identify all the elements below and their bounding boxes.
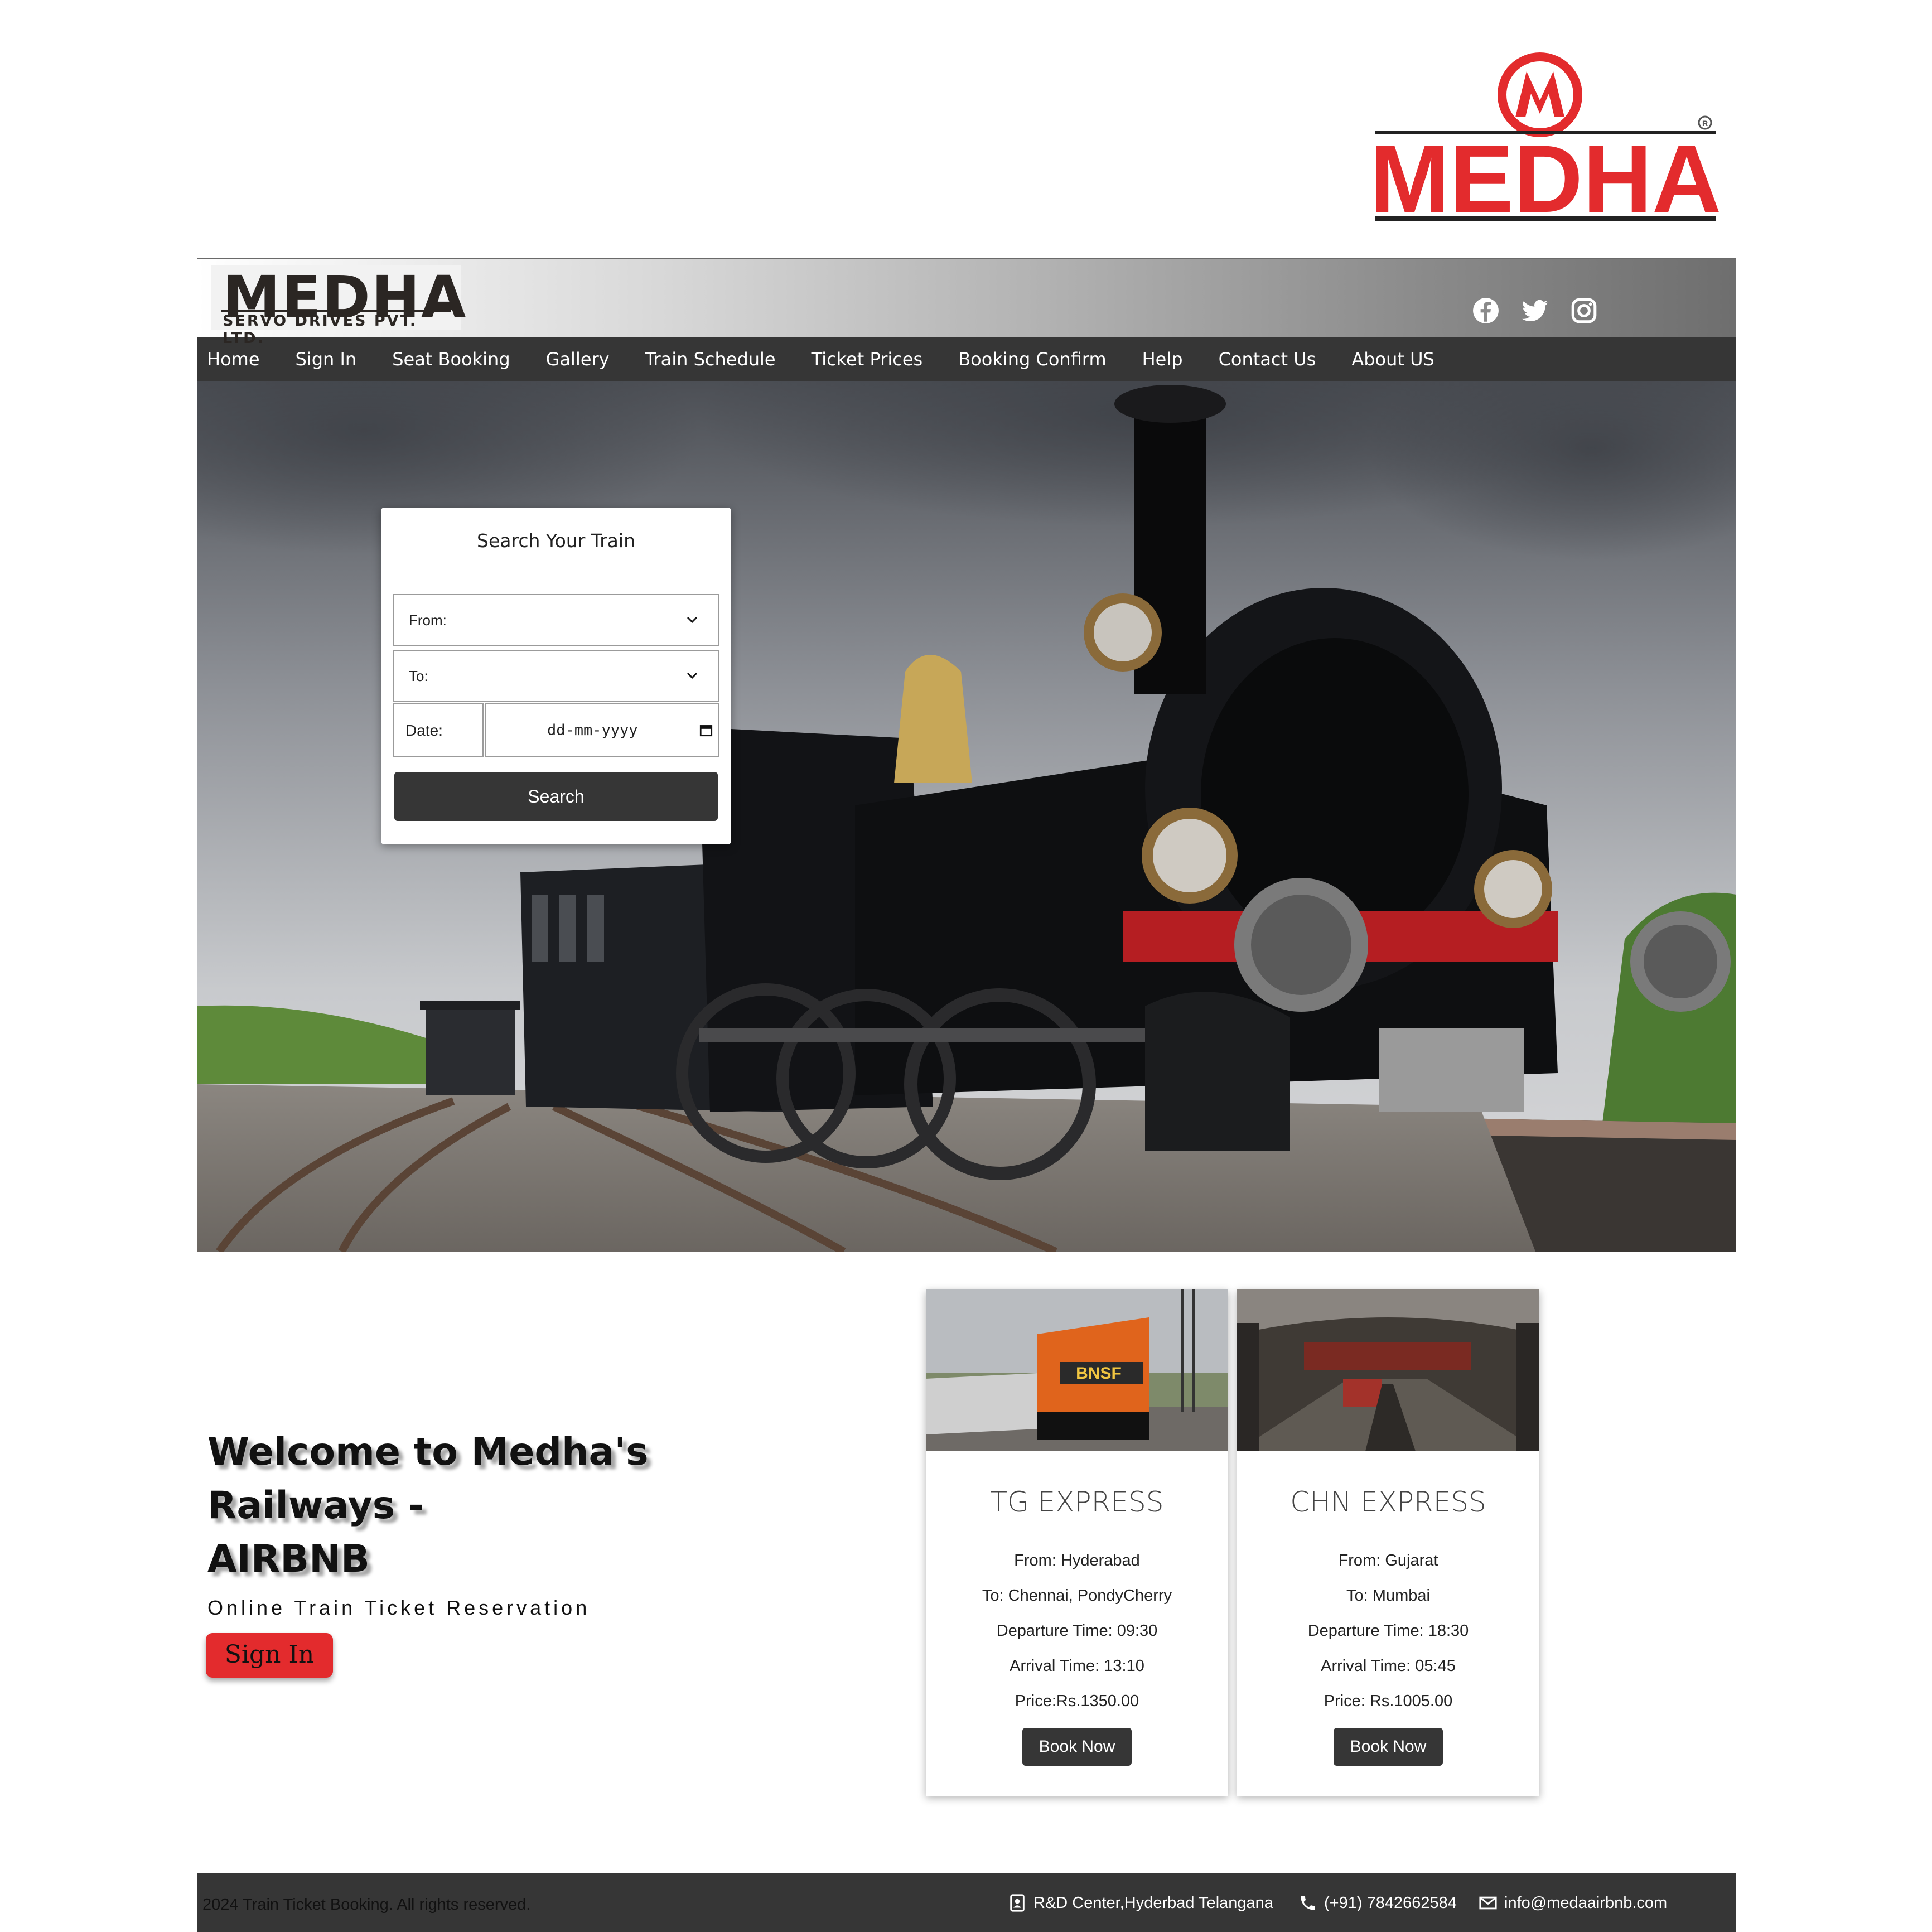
train-name: TG EXPRESS — [990, 1486, 1164, 1518]
brand-subtitle: SERVO DRIVES PVT. LTD. — [223, 312, 418, 347]
from-select[interactable]: From: — [393, 594, 719, 646]
footer-address: R&D Center,Hyderbad Telangana — [1008, 1894, 1273, 1912]
nav-about-us[interactable]: About US — [1351, 349, 1434, 370]
instagram-icon[interactable] — [1570, 297, 1598, 325]
date-row: Date: dd-mm-yyyy — [393, 703, 719, 757]
phone-icon — [1301, 1896, 1315, 1910]
welcome-heading-line2: AIRBNB — [207, 1537, 370, 1581]
footer-phone[interactable]: (+91) 7842662584 — [1298, 1894, 1457, 1912]
footer-address-text: R&D Center,Hyderbad Telangana — [1033, 1894, 1273, 1912]
chevron-down-icon — [687, 616, 698, 624]
search-title: Search Your Train — [477, 530, 635, 552]
footer-copyright: 2024 Train Ticket Booking. All rights re… — [202, 1896, 531, 1914]
welcome-heading-line1: Welcome to Medha's Railways - — [207, 1430, 649, 1528]
envelope-icon — [1479, 1896, 1497, 1910]
train-to: To: Chennai, PondyCherry — [982, 1587, 1172, 1605]
footer-phone-text: (+91) 7842662584 — [1324, 1894, 1457, 1912]
train-card-chn-express: CHN EXPRESS From: Gujarat To: Mumbai Dep… — [1237, 1289, 1539, 1796]
date-label: Date: — [405, 722, 443, 739]
brand-logo[interactable]: MEDHA SERVO DRIVES PVT. LTD. — [211, 263, 466, 347]
footer-email-text: info@medaairbnb.com — [1504, 1894, 1668, 1912]
welcome-section: Welcome to Medha's Railways - AIRBNB Onl… — [206, 1426, 849, 1678]
from-label: From: — [409, 612, 447, 629]
train-name: CHN EXPRESS — [1290, 1486, 1486, 1518]
train-price: Price:Rs.1350.00 — [1015, 1692, 1139, 1710]
nav-ticket-prices[interactable]: Ticket Prices — [812, 349, 923, 370]
nav-train-schedule[interactable]: Train Schedule — [645, 349, 776, 370]
svg-text:BNSF: BNSF — [1076, 1364, 1122, 1383]
facebook-icon[interactable] — [1472, 297, 1500, 325]
train-arrival: Arrival Time: 13:10 — [1010, 1657, 1144, 1675]
medha-logo: MEDHA R — [1369, 45, 1721, 233]
welcome-heading: Welcome to Medha's Railways - AIRBNB — [207, 1426, 849, 1586]
freight-locomotive-image: BNSF — [926, 1289, 1228, 1451]
train-card-tg-express: BNSF TG EXPRESS From: Hyderabad To: Chen… — [926, 1289, 1228, 1796]
date-placeholder: dd-mm-yyyy — [547, 722, 638, 739]
nav-help[interactable]: Help — [1142, 349, 1183, 370]
nav-gallery[interactable]: Gallery — [546, 349, 610, 370]
footer: 2024 Train Ticket Booking. All rights re… — [197, 1873, 1736, 1932]
address-card-icon — [1010, 1894, 1025, 1912]
search-train-form: Search Your Train From: To: Date: dd-mm-… — [381, 508, 731, 844]
date-input[interactable]: dd-mm-yyyy — [485, 703, 719, 757]
train-arrival: Arrival Time: 05:45 — [1321, 1657, 1456, 1675]
header-bar: MEDHA SERVO DRIVES PVT. LTD. — [197, 258, 1736, 347]
hero-banner: Search Your Train From: To: Date: dd-mm-… — [197, 381, 1736, 1252]
date-label-box: Date: — [393, 703, 484, 757]
footer-email[interactable]: info@medaairbnb.com — [1479, 1894, 1667, 1912]
nav-booking-confirm[interactable]: Booking Confirm — [958, 349, 1106, 370]
svg-text:MEDHA: MEDHA — [1370, 125, 1721, 229]
book-now-button[interactable]: Book Now — [1022, 1728, 1132, 1766]
nav-contact-us[interactable]: Contact Us — [1219, 349, 1316, 370]
chevron-down-icon — [687, 672, 698, 679]
site-container: MEDHA SERVO DRIVES PVT. LTD. Home Sign I… — [197, 258, 1736, 1252]
to-select[interactable]: To: — [393, 650, 719, 702]
nav-sign-in[interactable]: Sign In — [296, 349, 357, 370]
to-label: To: — [409, 668, 428, 684]
svg-text:R: R — [1702, 119, 1708, 128]
search-button[interactable]: Search — [394, 772, 718, 821]
train-from: From: Hyderabad — [1014, 1552, 1140, 1569]
nav-seat-booking[interactable]: Seat Booking — [392, 349, 510, 370]
train-departure: Departure Time: 18:30 — [1307, 1622, 1469, 1640]
twitter-icon[interactable] — [1521, 297, 1549, 325]
social-links — [1472, 297, 1598, 325]
station-image — [1237, 1289, 1539, 1451]
calendar-icon[interactable] — [699, 723, 713, 737]
book-now-button[interactable]: Book Now — [1334, 1728, 1443, 1766]
sign-in-button[interactable]: Sign In — [206, 1633, 333, 1678]
welcome-tagline: Online Train Ticket Reservation — [207, 1596, 591, 1619]
train-to: To: Mumbai — [1346, 1587, 1430, 1605]
train-from: From: Gujarat — [1338, 1552, 1438, 1569]
train-departure: Departure Time: 09:30 — [996, 1622, 1158, 1640]
train-price: Price: Rs.1005.00 — [1324, 1692, 1453, 1710]
nav-home[interactable]: Home — [207, 349, 260, 370]
